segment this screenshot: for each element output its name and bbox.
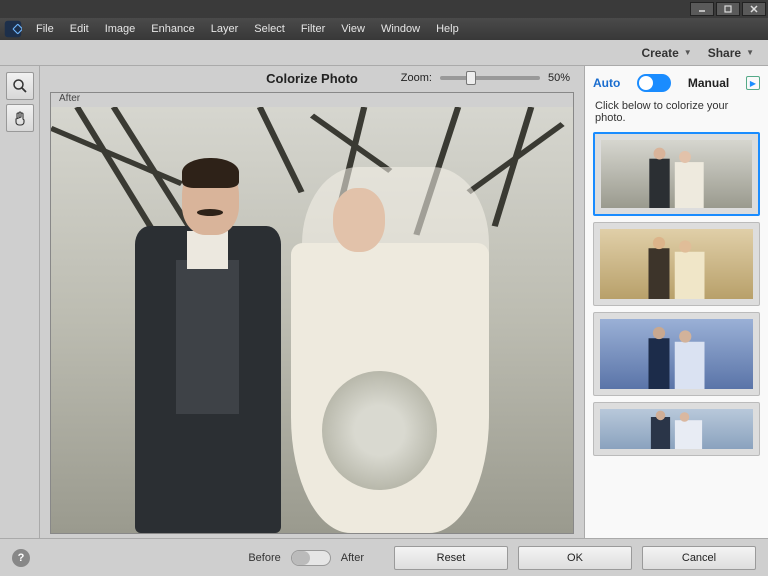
zoom-slider[interactable] (440, 76, 540, 80)
option-thumb (600, 319, 753, 389)
option-thumb (600, 229, 753, 299)
share-label: Share (708, 46, 741, 60)
menu-layer[interactable]: Layer (203, 23, 247, 35)
after-tag: After (51, 93, 573, 107)
colorize-option-2[interactable] (593, 222, 760, 306)
share-dropdown[interactable]: Share ▼ (708, 46, 754, 60)
menu-window[interactable]: Window (373, 23, 428, 35)
menu-filter[interactable]: Filter (293, 23, 333, 35)
menu-view[interactable]: View (333, 23, 373, 35)
cancel-button[interactable]: Cancel (642, 546, 756, 570)
colorize-option-3[interactable] (593, 312, 760, 396)
reset-button[interactable]: Reset (394, 546, 508, 570)
hand-icon (12, 110, 28, 126)
mode-toggle[interactable] (637, 74, 671, 92)
canvas-panel: Colorize Photo Zoom: 50% After (40, 66, 584, 538)
menu-image[interactable]: Image (97, 23, 144, 35)
magnifier-icon (12, 78, 28, 94)
left-toolbar (0, 66, 40, 538)
hand-tool[interactable] (6, 104, 34, 132)
photo-groom-hair (182, 158, 239, 188)
photo-bride-face (333, 188, 385, 252)
action-bar: Create ▼ Share ▼ (0, 40, 768, 66)
canvas-frame: After (50, 92, 574, 534)
help-button[interactable]: ? (12, 549, 30, 567)
chevron-down-icon: ▼ (746, 48, 754, 57)
zoom-value: 50% (548, 72, 570, 84)
ok-button[interactable]: OK (518, 546, 632, 570)
ba-toggle-knob (292, 551, 310, 565)
zoom-tool[interactable] (6, 72, 34, 100)
dialog-title: Colorize Photo (266, 71, 358, 86)
menu-enhance[interactable]: Enhance (143, 23, 202, 35)
colorize-option-4[interactable] (593, 402, 760, 456)
menu-edit[interactable]: Edit (62, 23, 97, 35)
tutorial-play-icon[interactable]: ▶ (746, 76, 760, 90)
colorize-option-1[interactable] (593, 132, 760, 216)
option-thumb (601, 140, 752, 208)
bottom-bar: ? Before After Reset OK Cancel (0, 538, 768, 576)
create-dropdown[interactable]: Create ▼ (641, 46, 691, 60)
colorize-panel: Auto Manual ▶ Click below to colorize yo… (584, 66, 768, 538)
canvas-image[interactable] (51, 107, 573, 533)
zoom-controls: Zoom: 50% (401, 72, 570, 84)
panel-hint: Click below to colorize your photo. (595, 100, 760, 124)
mode-auto-label[interactable]: Auto (593, 76, 620, 90)
toggle-knob (639, 76, 653, 90)
menu-file[interactable]: File (28, 23, 62, 35)
option-thumb (600, 409, 753, 449)
zoom-label: Zoom: (401, 72, 432, 84)
menu-help[interactable]: Help (428, 23, 467, 35)
mode-bar: Auto Manual ▶ (593, 74, 760, 92)
close-button[interactable] (742, 2, 766, 16)
content-area: Colorize Photo Zoom: 50% After (0, 66, 768, 538)
photo-bouquet (322, 371, 437, 490)
before-label: Before (248, 552, 280, 564)
after-label: After (341, 552, 364, 564)
app-logo-icon (4, 20, 22, 38)
mode-manual-label[interactable]: Manual (688, 76, 729, 90)
maximize-button[interactable] (716, 2, 740, 16)
zoom-slider-thumb[interactable] (466, 71, 476, 85)
create-label: Create (641, 46, 678, 60)
chevron-down-icon: ▼ (684, 48, 692, 57)
window-titlebar (0, 0, 768, 18)
photo-groom-vest (176, 260, 239, 413)
canvas-header: Colorize Photo Zoom: 50% (40, 66, 584, 90)
photo-groom-collar (187, 231, 229, 269)
menubar: File Edit Image Enhance Layer Select Fil… (0, 18, 768, 40)
before-after-toggle[interactable] (291, 550, 331, 566)
minimize-button[interactable] (690, 2, 714, 16)
colorize-options (593, 132, 760, 456)
menu-select[interactable]: Select (246, 23, 293, 35)
